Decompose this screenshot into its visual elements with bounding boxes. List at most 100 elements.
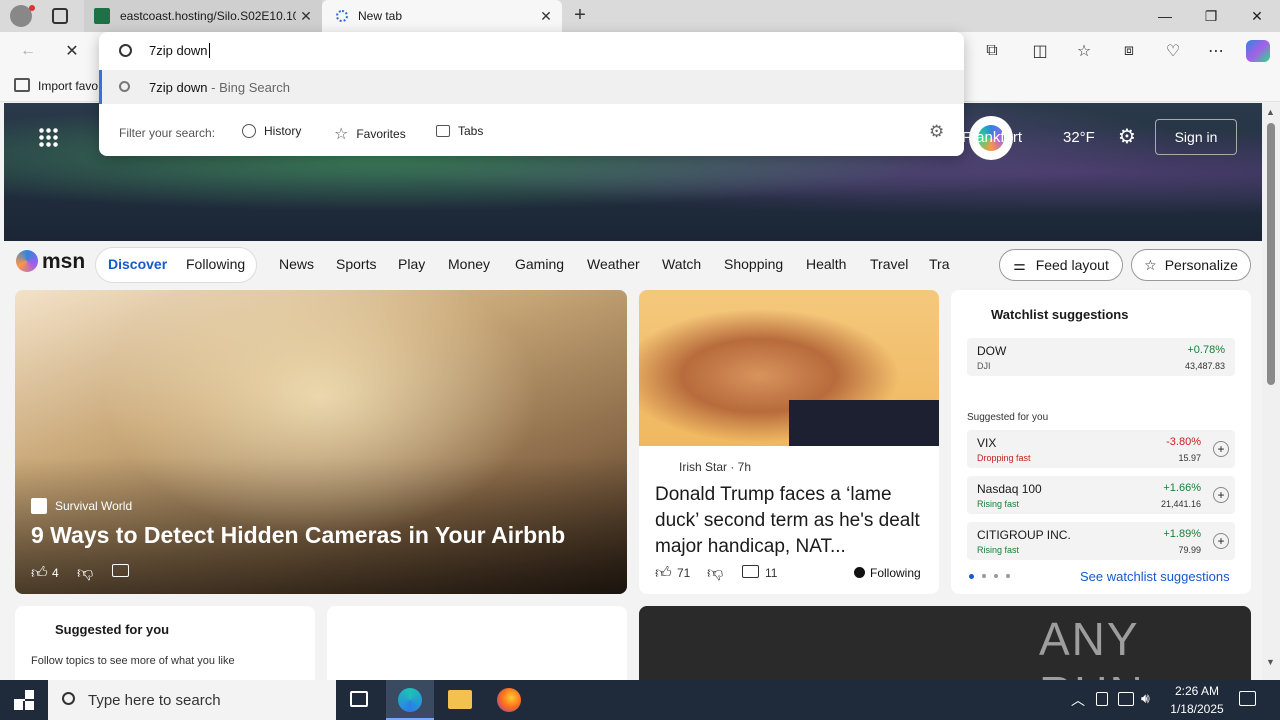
scroll-down-icon[interactable]: ▼ <box>1266 657 1275 667</box>
clock-date[interactable]: 1/18/2025 <box>1166 702 1228 716</box>
tray-volume-icon[interactable]: 🔊︎ <box>1141 690 1150 707</box>
settings-gear-icon[interactable]: ⚙ <box>1116 126 1138 148</box>
stock-change: +0.78% <box>1187 344 1225 356</box>
stop-loading-button[interactable]: ✕ <box>60 40 84 62</box>
second-story-card[interactable]: Irish Star · 7h Donald Trump faces a ‘la… <box>639 290 939 594</box>
filter-favorites[interactable]: ☆ Favorites <box>334 124 406 144</box>
restore-button[interactable]: ❐ <box>1188 0 1234 32</box>
story-headline[interactable]: Donald Trump faces a ‘lame duck’ second … <box>655 482 925 560</box>
weather-location[interactable]: Frankfurt <box>962 129 1022 146</box>
main-story-card[interactable]: Survival World 9 Ways to Detect Hidden C… <box>15 290 627 594</box>
favorites-icon[interactable]: ☆ <box>1072 40 1096 62</box>
comment-icon[interactable] <box>112 564 129 577</box>
watchlist-row-citigroup[interactable]: CITIGROUP INC. Rising fast +1.89% 79.99 … <box>967 522 1235 560</box>
tab-eastcoast[interactable]: eastcoast.hosting/Silo.S02E10.10( ✕ <box>84 0 322 32</box>
tab-discover[interactable]: Discover <box>108 256 167 272</box>
sign-in-button[interactable]: Sign in <box>1155 119 1237 155</box>
nav-play[interactable]: Play <box>398 256 425 272</box>
clock-time[interactable]: 2:26 AM <box>1172 684 1222 698</box>
personalize-label: Personalize <box>1164 257 1238 273</box>
new-tab-button[interactable]: + <box>568 4 592 28</box>
apps-grid-icon[interactable] <box>38 127 58 147</box>
collections-icon[interactable]: ⧈ <box>1117 40 1141 62</box>
nav-shopping[interactable]: Shopping <box>724 256 783 272</box>
feed-layout-button[interactable]: ⚌ Feed layout <box>999 249 1123 281</box>
tray-chevron-icon[interactable]: ︿ <box>1071 690 1085 710</box>
story-headline[interactable]: 9 Ways to Detect Hidden Cameras in Your … <box>31 522 565 549</box>
dislike-icon[interactable]: 👎︎ <box>77 564 93 583</box>
filter-tabs-label: Tabs <box>458 124 484 138</box>
tab-following[interactable]: Following <box>186 256 245 272</box>
extensions-icon[interactable]: ⧉ <box>980 40 1004 62</box>
import-favorites-link[interactable]: Import favo <box>38 79 98 93</box>
nav-truncated[interactable]: Tra <box>929 256 949 272</box>
address-input[interactable]: 7zip down <box>149 43 210 58</box>
close-window-button[interactable]: ✕ <box>1234 0 1280 32</box>
filter-history-label: History <box>264 124 302 138</box>
pagination-dot[interactable] <box>1006 574 1010 578</box>
add-to-watchlist-icon[interactable]: + <box>1213 441 1229 457</box>
nav-weather[interactable]: Weather <box>587 256 640 272</box>
tray-network-icon[interactable] <box>1118 692 1134 706</box>
taskbar-search-box[interactable]: Type here to search <box>48 680 336 720</box>
nav-news[interactable]: News <box>279 256 314 272</box>
nav-travel[interactable]: Travel <box>870 256 908 272</box>
msn-logo-icon[interactable] <box>16 250 38 272</box>
nav-health[interactable]: Health <box>806 256 846 272</box>
tab-new-tab[interactable]: New tab ✕ <box>322 0 562 32</box>
weather-temperature[interactable]: 32°F <box>1063 129 1095 146</box>
tray-security-icon[interactable] <box>1096 692 1108 706</box>
search-settings-icon[interactable]: ⚙ <box>929 122 944 142</box>
add-to-watchlist-icon[interactable]: + <box>1213 487 1229 503</box>
page-scrollbar[interactable]: ▲ ▼ <box>1262 103 1280 680</box>
edge-taskbar-icon[interactable] <box>386 680 434 720</box>
tab-actions-icon[interactable] <box>52 8 68 24</box>
filter-history[interactable]: History <box>242 124 301 138</box>
stock-name: CITIGROUP INC. <box>977 528 1071 542</box>
close-tab-icon[interactable]: ✕ <box>536 8 556 25</box>
following-button[interactable]: Following <box>870 566 921 580</box>
pagination-dot[interactable] <box>982 574 986 578</box>
scroll-up-icon[interactable]: ▲ <box>1266 107 1275 117</box>
tabs-icon <box>436 125 450 137</box>
add-to-watchlist-icon[interactable]: + <box>1213 533 1229 549</box>
suggestion-row[interactable]: 7zip down - Bing Search <box>99 70 964 104</box>
pagination-dot-active[interactable] <box>969 574 974 579</box>
pagination-dots[interactable] <box>969 574 1010 579</box>
watchlist-main-row[interactable]: DOW DJI +0.78% 43,487.83 <box>967 338 1235 376</box>
nav-sports[interactable]: Sports <box>336 256 376 272</box>
copilot-icon[interactable] <box>1246 40 1270 62</box>
comment-icon[interactable] <box>742 565 759 578</box>
see-watchlist-link[interactable]: See watchlist suggestions <box>1080 569 1230 584</box>
back-button[interactable]: ← <box>16 40 40 62</box>
firefox-icon[interactable] <box>497 688 521 712</box>
notifications-icon[interactable] <box>1239 691 1256 706</box>
scroll-thumb[interactable] <box>1267 123 1275 385</box>
filter-tabs[interactable]: Tabs <box>436 124 483 138</box>
like-icon[interactable]: 👍︎ <box>655 564 672 583</box>
split-screen-icon[interactable]: ◫ <box>1028 40 1052 62</box>
nav-money[interactable]: Money <box>448 256 490 272</box>
pagination-dot[interactable] <box>994 574 998 578</box>
msn-brand[interactable]: msn <box>42 250 85 274</box>
anyrun-watermark: ANY RUN <box>1039 613 1143 680</box>
nav-watch[interactable]: Watch <box>662 256 701 272</box>
personalize-button[interactable]: ☆ Personalize <box>1131 249 1251 281</box>
task-view-icon[interactable] <box>350 691 368 707</box>
like-icon[interactable]: 👍︎ <box>31 564 48 583</box>
suggestion-search-icon <box>119 81 130 92</box>
stock-value: 21,441.16 <box>1160 499 1201 509</box>
stock-name: VIX <box>977 436 997 450</box>
close-tab-icon[interactable]: ✕ <box>296 8 316 25</box>
watchlist-row-nasdaq[interactable]: Nasdaq 100 Rising fast +1.66% 21,441.16 … <box>967 476 1235 514</box>
dislike-icon[interactable]: 👎︎ <box>707 564 723 583</box>
watchlist-title[interactable]: Watchlist suggestions <box>991 307 1128 322</box>
dark-video-card[interactable]: ANY RUN <box>639 606 1251 680</box>
minimize-button[interactable]: — <box>1142 0 1188 32</box>
story-image-suit <box>789 400 939 446</box>
performance-icon[interactable]: ♡ <box>1161 40 1185 62</box>
nav-gaming[interactable]: Gaming <box>515 256 564 272</box>
watchlist-row-vix[interactable]: VIX Dropping fast -3.80% 15.97 + <box>967 430 1235 468</box>
file-explorer-icon[interactable] <box>448 690 472 709</box>
more-options-icon[interactable]: ⋯ <box>1204 40 1228 62</box>
